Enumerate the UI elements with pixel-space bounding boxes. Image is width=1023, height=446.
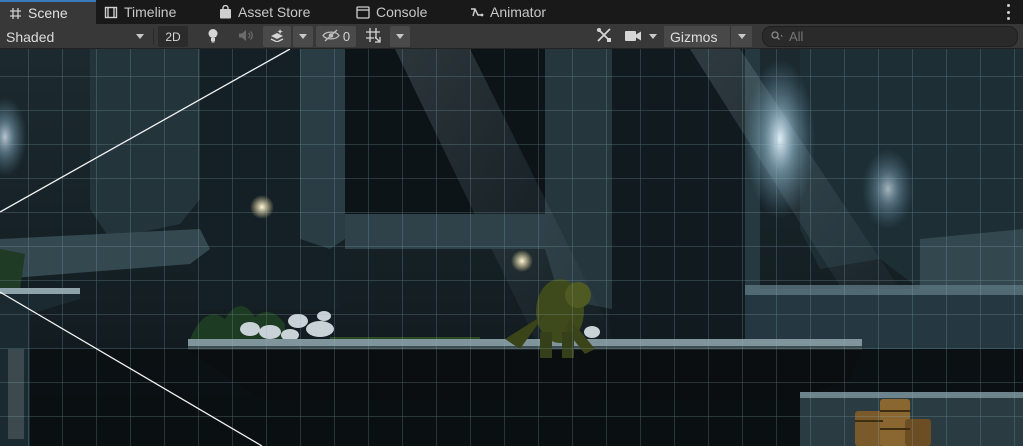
- scene-render: [0, 49, 1023, 446]
- scene-viewport[interactable]: [0, 49, 1023, 446]
- chevron-down-icon: [396, 34, 404, 39]
- scene-lighting-toggle[interactable]: [200, 26, 226, 47]
- 2d-mode-toggle[interactable]: 2D: [158, 26, 188, 47]
- tools-toggle[interactable]: [591, 26, 617, 47]
- scene-effects-toggle[interactable]: [263, 26, 291, 47]
- grid-snap-icon: [365, 27, 381, 46]
- tab-label: Asset Store: [238, 4, 311, 20]
- scene-grid: [0, 49, 1023, 446]
- chevron-down-icon: [649, 34, 657, 39]
- asset-store-bag-icon: [218, 5, 232, 19]
- grid-dropdown[interactable]: [390, 26, 410, 47]
- chevron-down-icon: [737, 34, 746, 39]
- tab-label: Scene: [28, 5, 68, 21]
- tab-console[interactable]: Console: [342, 0, 452, 24]
- editor-tab-bar: Scene Timeline Asset Store Console Anima…: [0, 0, 1023, 24]
- speaker-icon: [238, 29, 254, 45]
- chevron-down-icon: [299, 34, 307, 39]
- tab-label: Animator: [490, 4, 547, 20]
- search-icon: [771, 29, 784, 44]
- scene-search-field[interactable]: [762, 26, 1018, 47]
- scene-grid-icon: [8, 6, 22, 20]
- more-options-icon[interactable]: [1005, 4, 1011, 20]
- grid-snapping-toggle[interactable]: [360, 26, 386, 47]
- console-icon: [356, 5, 370, 19]
- tab-asset-store[interactable]: Asset Store: [210, 0, 342, 24]
- scene-visibility-toggle[interactable]: 0: [316, 26, 356, 47]
- timeline-icon: [104, 5, 118, 19]
- scene-camera-button[interactable]: [622, 26, 644, 47]
- gizmos-dropdown[interactable]: [730, 26, 752, 47]
- animator-icon: [470, 5, 484, 19]
- shading-mode-dropdown[interactable]: Shaded: [2, 26, 150, 47]
- hidden-objects-count: 0: [342, 29, 351, 44]
- wrench-tools-icon: [596, 27, 612, 46]
- chevron-down-icon: [136, 34, 144, 39]
- gizmos-label: Gizmos: [670, 28, 718, 45]
- tab-label: Console: [376, 4, 428, 20]
- 2d-mode-label: 2D: [165, 29, 181, 44]
- effects-dropdown[interactable]: [293, 26, 313, 47]
- gizmos-toggle[interactable]: Gizmos: [664, 26, 730, 47]
- tab-scene[interactable]: Scene: [0, 0, 96, 24]
- camera-dropdown[interactable]: [644, 26, 662, 47]
- camera-icon: [624, 29, 642, 45]
- scene-toolbar: Shaded 2D 0 Gizmos All: [0, 24, 1023, 49]
- tab-timeline[interactable]: Timeline: [96, 0, 210, 24]
- divider: [153, 28, 154, 45]
- eye-hidden-icon: [322, 28, 340, 45]
- tab-animator[interactable]: Animator: [452, 0, 572, 24]
- shading-mode-label: Shaded: [6, 28, 55, 45]
- effects-layers-icon: [269, 28, 285, 45]
- scene-audio-toggle[interactable]: [233, 26, 259, 47]
- lightbulb-icon: [207, 28, 219, 46]
- tab-label: Timeline: [124, 4, 177, 20]
- search-input[interactable]: [789, 29, 1009, 44]
